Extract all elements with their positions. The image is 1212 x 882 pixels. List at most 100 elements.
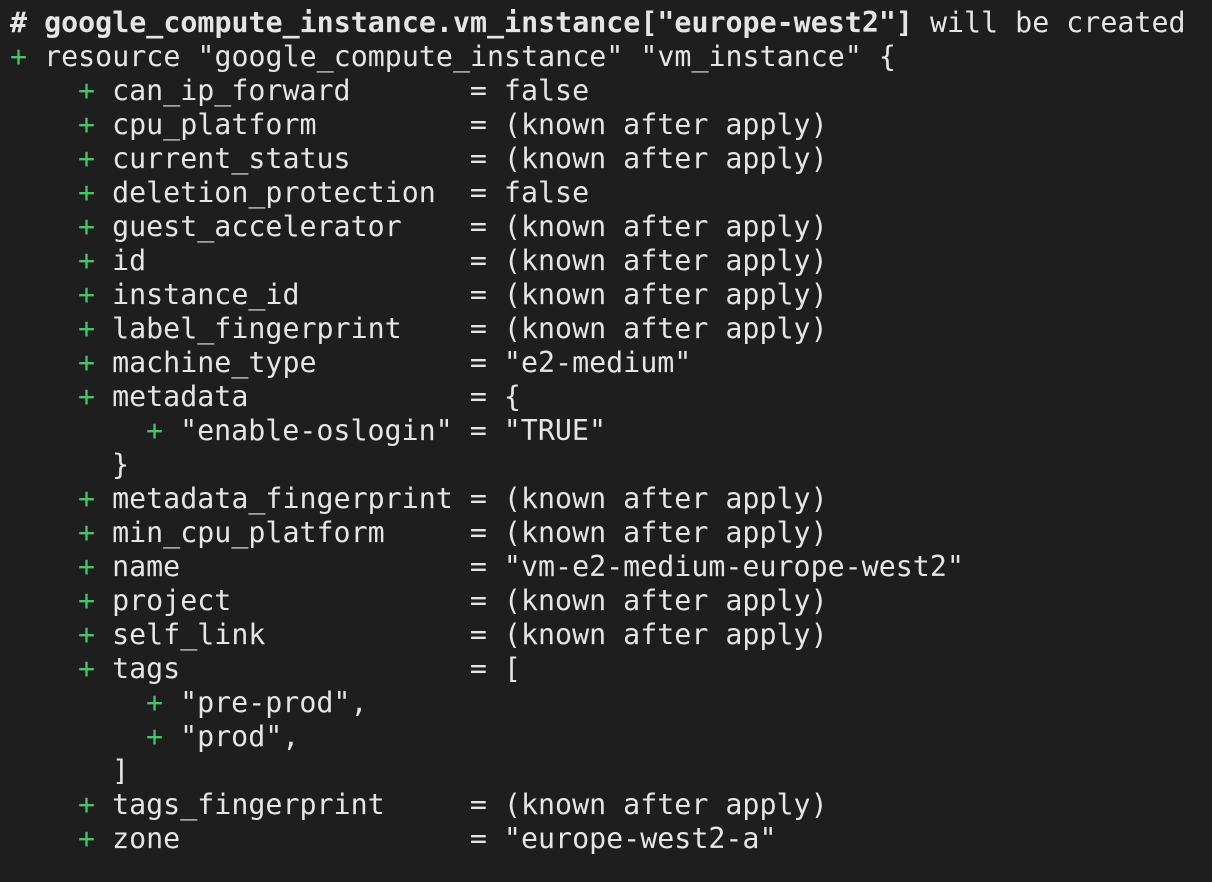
metadata-close-line: } — [10, 448, 1212, 482]
tag-item-line: + "pre-prod", — [10, 686, 1212, 720]
plus-icon: + — [78, 618, 113, 651]
plus-icon: + — [78, 346, 113, 379]
attribute-value: false — [503, 176, 590, 209]
attribute-key: self_link — [112, 618, 470, 651]
attribute-value: (known after apply) — [503, 618, 828, 651]
attribute-operator: = — [469, 516, 504, 549]
attribute-value: "vm-e2-medium-europe-west2" — [503, 550, 964, 583]
attribute-line: + project = (known after apply) — [10, 584, 1212, 618]
attribute-value: false — [503, 74, 590, 107]
tags-close-line: ] — [10, 754, 1212, 788]
attribute-key: tags — [112, 652, 470, 685]
resource-declaration-line: + resource "google_compute_instance" "vm… — [10, 40, 1212, 74]
attribute-value: (known after apply) — [503, 142, 828, 175]
attribute-line: + tags_fingerprint = (known after apply) — [10, 788, 1212, 822]
plus-icon: + — [78, 788, 113, 821]
plus-icon: + — [78, 550, 113, 583]
tags-close-bracket: ] — [112, 754, 130, 787]
attribute-line: + name = "vm-e2-medium-europe-west2" — [10, 550, 1212, 584]
attribute-operator: = — [469, 108, 504, 141]
plus-icon: + — [78, 244, 113, 277]
attribute-line: + current_status = (known after apply) — [10, 142, 1212, 176]
attribute-value: (known after apply) — [503, 788, 828, 821]
plus-icon: + — [146, 686, 181, 719]
attribute-key: label_fingerprint — [112, 312, 470, 345]
attribute-line: + metadata_fingerprint = (known after ap… — [10, 482, 1212, 516]
attribute-value: { — [503, 380, 521, 413]
attribute-operator: = — [469, 550, 504, 583]
plus-icon: + — [78, 210, 113, 243]
attribute-key: id — [112, 244, 470, 277]
attribute-key: deletion_protection — [112, 176, 470, 209]
resource-declaration: resource "google_compute_instance" "vm_i… — [44, 40, 896, 73]
attribute-line: + id = (known after apply) — [10, 244, 1212, 278]
attribute-line: + can_ip_forward = false — [10, 74, 1212, 108]
attribute-operator: = — [469, 74, 504, 107]
attribute-operator: = — [469, 482, 504, 515]
attribute-operator: = — [469, 618, 504, 651]
plus-icon: + — [78, 516, 113, 549]
attribute-line: + label_fingerprint = (known after apply… — [10, 312, 1212, 346]
attribute-operator: = — [469, 312, 504, 345]
plan-action-text: will be created — [912, 6, 1186, 39]
attribute-operator: = — [469, 380, 504, 413]
attribute-value: (known after apply) — [503, 108, 828, 141]
attribute-key: name — [112, 550, 470, 583]
attribute-value: (known after apply) — [503, 482, 828, 515]
plus-icon: + — [146, 414, 181, 447]
tag-item: "prod", — [180, 720, 300, 753]
attribute-line: + metadata = { — [10, 380, 1212, 414]
attribute-key: metadata — [112, 380, 470, 413]
attribute-key: min_cpu_platform — [112, 516, 470, 549]
attribute-key: can_ip_forward — [112, 74, 470, 107]
resource-address: google_compute_instance.vm_instance["eur… — [44, 6, 913, 39]
attribute-line: + zone = "europe-west2-a" — [10, 822, 1212, 856]
attribute-operator: = — [469, 142, 504, 175]
attribute-operator: = — [469, 210, 504, 243]
plus-icon: + — [78, 176, 113, 209]
attribute-value: (known after apply) — [503, 312, 828, 345]
attribute-key: guest_accelerator — [112, 210, 470, 243]
plus-icon: + — [78, 108, 113, 141]
attribute-value: (known after apply) — [503, 244, 828, 277]
attribute-value: "e2-medium" — [503, 346, 692, 379]
attribute-key: zone — [112, 822, 470, 855]
plus-icon: + — [78, 380, 113, 413]
attribute-line: + min_cpu_platform = (known after apply) — [10, 516, 1212, 550]
plus-icon: + — [78, 142, 113, 175]
metadata-close-brace: } — [112, 448, 130, 481]
plus-icon: + — [78, 312, 113, 345]
attribute-value: (known after apply) — [503, 584, 828, 617]
attribute-key: project — [112, 584, 470, 617]
attribute-operator: = — [469, 788, 504, 821]
metadata-entry: "enable-oslogin" = "TRUE" — [180, 414, 606, 447]
attribute-value: "europe-west2-a" — [503, 822, 777, 855]
attribute-operator: = — [469, 176, 504, 209]
attribute-value: (known after apply) — [503, 278, 828, 311]
attribute-key: machine_type — [112, 346, 470, 379]
plus-icon: + — [78, 278, 113, 311]
attribute-value: [ — [503, 652, 521, 685]
tag-item-line: + "prod", — [10, 720, 1212, 754]
plus-icon: + — [146, 720, 181, 753]
attribute-key: tags_fingerprint — [112, 788, 470, 821]
attribute-line: + deletion_protection = false — [10, 176, 1212, 210]
plus-icon: + — [78, 482, 113, 515]
plus-icon: + — [78, 74, 113, 107]
attribute-line: + instance_id = (known after apply) — [10, 278, 1212, 312]
attribute-value: (known after apply) — [503, 210, 828, 243]
attribute-line: + tags = [ — [10, 652, 1212, 686]
attribute-line: + guest_accelerator = (known after apply… — [10, 210, 1212, 244]
header-hash: # — [10, 6, 45, 39]
plus-icon: + — [78, 822, 113, 855]
attribute-key: instance_id — [112, 278, 470, 311]
plan-header-line: # google_compute_instance.vm_instance["e… — [10, 6, 1212, 40]
attribute-operator: = — [469, 278, 504, 311]
metadata-entry-line: + "enable-oslogin" = "TRUE" — [10, 414, 1212, 448]
attribute-operator: = — [469, 584, 504, 617]
attribute-key: metadata_fingerprint — [112, 482, 470, 515]
attribute-operator: = — [469, 244, 504, 277]
attribute-operator: = — [469, 822, 504, 855]
attribute-line: + machine_type = "e2-medium" — [10, 346, 1212, 380]
attribute-operator: = — [469, 652, 504, 685]
